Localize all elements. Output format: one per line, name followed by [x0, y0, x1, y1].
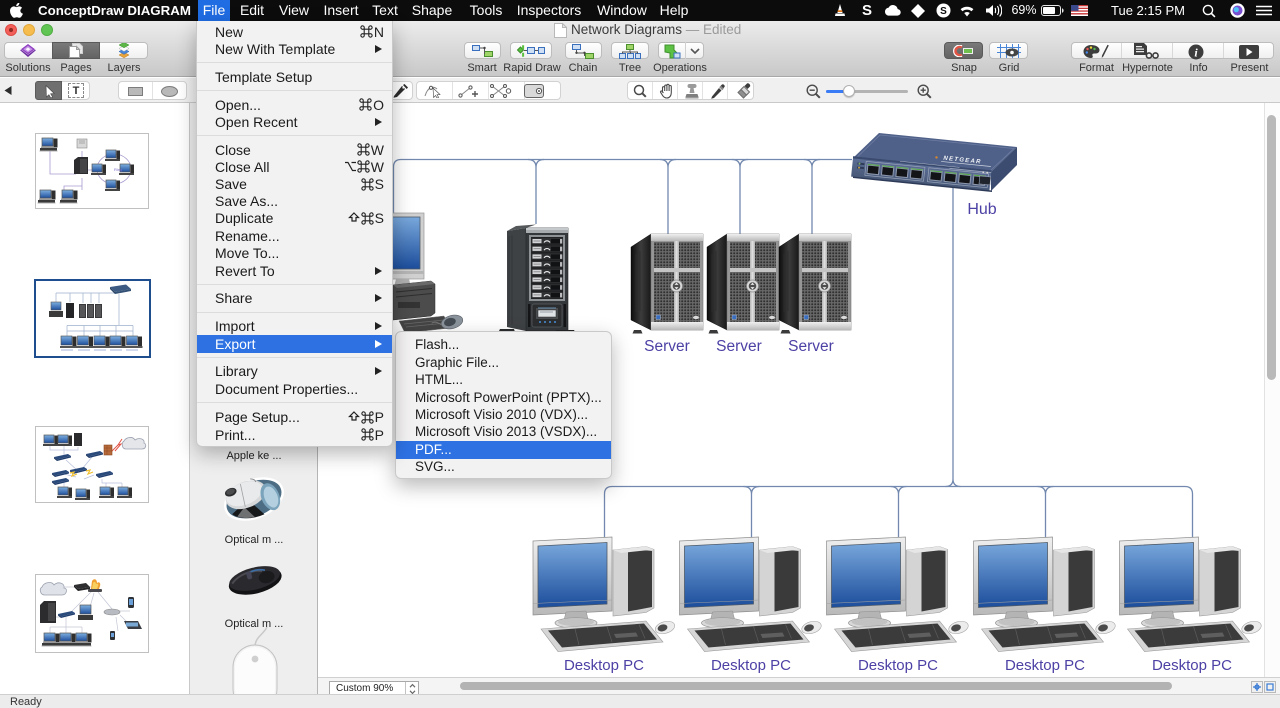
svg-text:Hub: Hub [967, 201, 996, 218]
svg-text:Desktop PC: Desktop PC [711, 657, 791, 674]
svg-text:Server: Server [716, 338, 762, 355]
svg-text:Desktop PC: Desktop PC [564, 657, 644, 674]
svg-text:Desktop PC: Desktop PC [1152, 657, 1232, 674]
svg-text:Desktop PC: Desktop PC [858, 657, 938, 674]
svg-text:S: S [940, 6, 947, 17]
svg-text:Desktop PC: Desktop PC [1005, 657, 1085, 674]
svg-text:Server: Server [788, 338, 834, 355]
svg-text:Server: Server [644, 338, 690, 355]
svg-text:Ring: Ring [114, 167, 122, 172]
